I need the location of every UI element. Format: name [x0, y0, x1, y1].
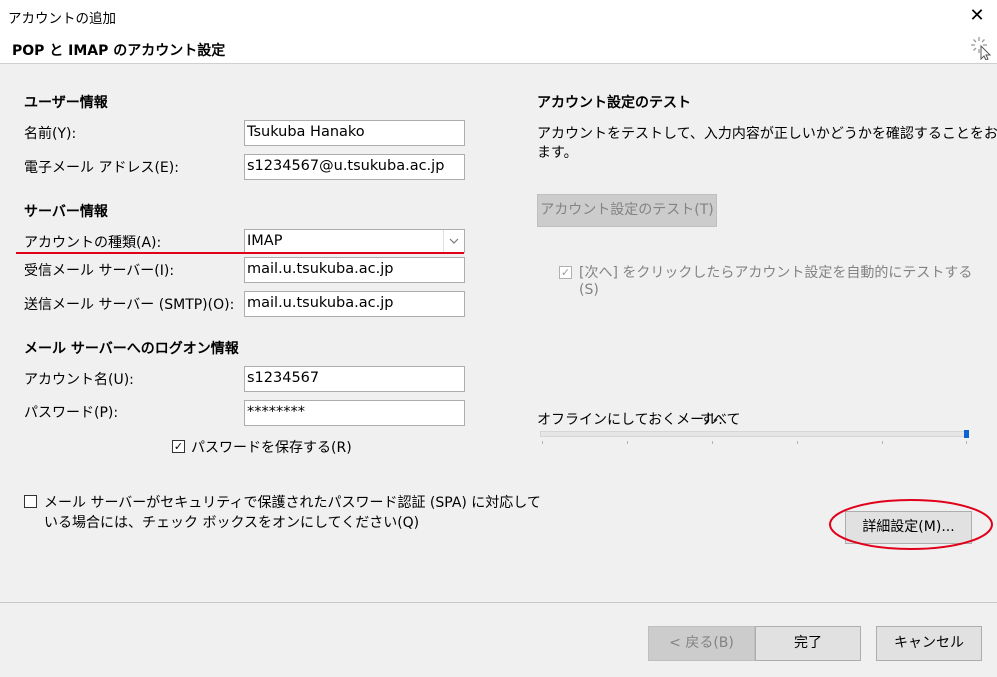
logon-info-heading: メール サーバーへのログオン情報	[24, 341, 239, 357]
slider-tick	[882, 441, 883, 444]
busy-cursor-icon	[971, 37, 992, 60]
outgoing-server-input[interactable]: mail.u.tsukuba.ac.jp	[244, 291, 465, 317]
offline-slider[interactable]	[540, 431, 968, 437]
finish-button[interactable]: 完了	[755, 626, 861, 661]
test-desc-line1: アカウントをテストして、入力内容が正しいかどうかを確認することをお勧めし	[537, 126, 997, 142]
name-label: 名前(Y):	[24, 126, 77, 142]
account-type-value: IMAP	[247, 233, 283, 249]
save-password-label[interactable]: パスワードを保存する(R)	[191, 437, 352, 457]
auto-test-label-line2[interactable]: (S)	[579, 282, 599, 298]
auto-test-label-line1[interactable]: [次へ] をクリックしたらアカウント設定を自動的にテストする	[579, 262, 972, 282]
outgoing-server-label: 送信メール サーバー (SMTP)(O):	[24, 297, 235, 313]
test-desc-line2: ます。	[537, 145, 578, 161]
slider-tick	[797, 441, 798, 444]
chevron-down-icon[interactable]	[443, 230, 464, 252]
account-type-select[interactable]: IMAP	[244, 229, 465, 253]
slider-tick	[966, 441, 967, 444]
test-settings-heading: アカウント設定のテスト	[537, 95, 691, 111]
offline-mail-value: すべて	[700, 412, 741, 428]
page-title: POP と IMAP のアカウント設定	[12, 43, 226, 59]
spa-checkbox[interactable]	[24, 495, 37, 508]
cancel-button[interactable]: キャンセル	[876, 626, 982, 661]
slider-tick	[627, 441, 628, 444]
footer-divider	[0, 602, 997, 603]
annotation-underline	[16, 252, 464, 254]
offline-slider-thumb[interactable]	[964, 430, 969, 438]
spa-label-line1[interactable]: メール サーバーがセキュリティで保護されたパスワード認証 (SPA) に対応して	[44, 492, 541, 512]
title-bar: アカウントの追加 ✕	[0, 0, 997, 32]
name-input[interactable]: Tsukuba Hanako	[244, 120, 465, 146]
password-label: パスワード(P):	[24, 405, 119, 421]
incoming-server-input[interactable]: mail.u.tsukuba.ac.jp	[244, 257, 465, 283]
offline-mail-label: オフラインにしておくメール:	[537, 412, 723, 428]
email-input[interactable]: s1234567@u.tsukuba.ac.jp	[244, 154, 465, 180]
user-info-heading: ユーザー情報	[24, 95, 108, 111]
auto-test-checkbox[interactable]: ✓	[559, 266, 572, 279]
close-icon[interactable]: ✕	[962, 2, 992, 30]
spa-label-line2[interactable]: いる場合には、チェック ボックスをオンにしてください(Q)	[44, 512, 419, 532]
account-name-input[interactable]: s1234567	[244, 366, 465, 392]
test-account-button[interactable]: アカウント設定のテスト(T)	[537, 194, 717, 227]
account-name-label: アカウント名(U):	[24, 372, 134, 388]
email-label: 電子メール アドレス(E):	[24, 160, 179, 176]
account-type-label: アカウントの種類(A):	[24, 235, 162, 251]
window-title: アカウントの追加	[8, 11, 116, 27]
password-input[interactable]: ********	[244, 400, 465, 426]
slider-tick	[712, 441, 713, 444]
back-button[interactable]: < 戻る(B)	[648, 626, 755, 661]
annotation-circle	[829, 499, 993, 550]
page-header: POP と IMAP のアカウント設定	[0, 32, 997, 64]
save-password-checkbox[interactable]: ✓	[172, 440, 185, 453]
slider-tick	[542, 441, 543, 444]
server-info-heading: サーバー情報	[24, 204, 108, 220]
incoming-server-label: 受信メール サーバー(I):	[24, 263, 175, 279]
